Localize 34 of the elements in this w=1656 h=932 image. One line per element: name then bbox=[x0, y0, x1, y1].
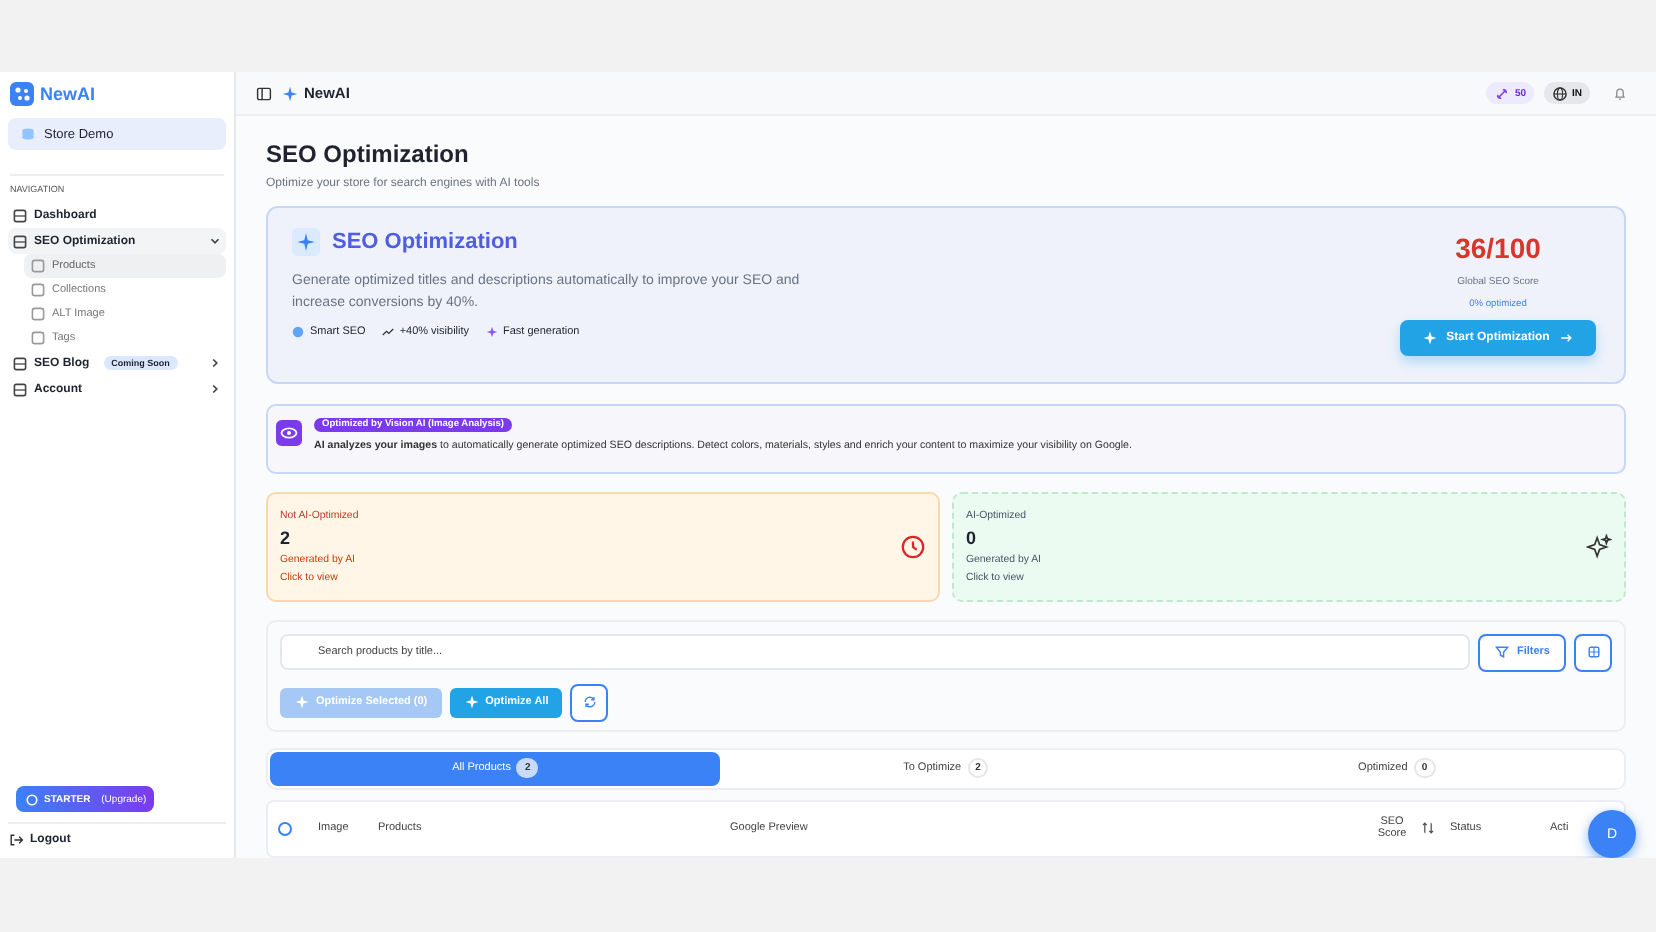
nav-icon bbox=[12, 381, 28, 397]
nav-icon bbox=[12, 355, 28, 371]
select-all-checkbox[interactable] bbox=[278, 821, 292, 836]
eye-icon bbox=[276, 419, 302, 446]
logout-icon bbox=[8, 831, 24, 847]
stat-value: 0 bbox=[966, 527, 979, 548]
seo-score: 36/100 bbox=[1455, 232, 1541, 264]
logo-icon bbox=[10, 82, 34, 106]
sidebar-toggle-icon[interactable] bbox=[256, 85, 272, 101]
stat-value: 2 bbox=[280, 527, 293, 548]
sparkle-icon bbox=[1422, 330, 1439, 346]
sparkle-icon bbox=[1586, 533, 1612, 560]
sparkle-icon bbox=[292, 228, 320, 256]
sparkle-icon bbox=[294, 694, 310, 711]
hero-title: SEO Optimization bbox=[332, 230, 518, 254]
filter-icon bbox=[1494, 644, 1511, 661]
sparkle-icon bbox=[485, 326, 498, 338]
grid-icon bbox=[1585, 644, 1601, 661]
bell-icon[interactable] bbox=[1612, 85, 1628, 101]
sparkle-icon bbox=[282, 85, 298, 101]
page-title: SEO Optimization bbox=[266, 140, 471, 168]
arrow-right-icon bbox=[1557, 330, 1574, 346]
clock-icon bbox=[900, 533, 926, 560]
grid-view-button[interactable] bbox=[1574, 633, 1612, 672]
refresh-icon bbox=[581, 694, 598, 711]
sparkle-icon bbox=[463, 694, 480, 711]
nav-icon bbox=[12, 207, 28, 223]
sort-icon[interactable] bbox=[1420, 820, 1436, 837]
globe-icon bbox=[1552, 85, 1568, 101]
refresh-button[interactable] bbox=[570, 683, 609, 722]
dot-icon bbox=[292, 326, 304, 338]
trend-icon bbox=[381, 326, 394, 338]
nav-icon bbox=[12, 233, 28, 249]
brand-name: NewAI bbox=[40, 84, 96, 104]
